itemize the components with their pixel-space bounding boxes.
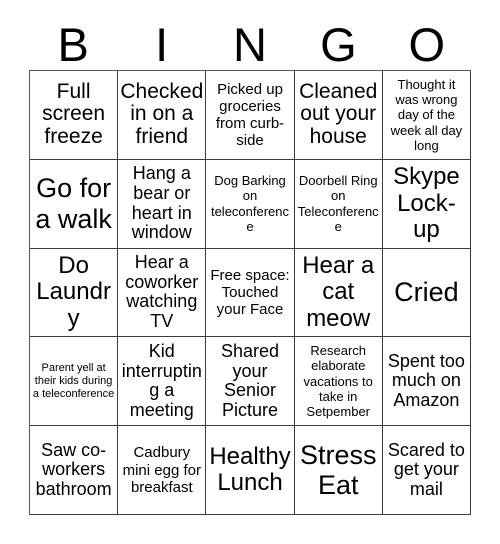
bingo-cell-label: Cadbury mini egg for breakfast <box>122 444 201 496</box>
bingo-cell-label: Cried <box>394 277 459 308</box>
bingo-cell-label: Stress Eat <box>299 439 377 501</box>
bingo-cell-free-space[interactable]: Free space: Touched your Face <box>206 248 295 338</box>
bingo-grid: Full screen freeze Checked in on a frien… <box>29 70 472 515</box>
bingo-cell-r4c2[interactable]: Kid interrupting a meeting <box>118 337 207 427</box>
bingo-cell-label: Healthy Lunch <box>209 442 291 497</box>
bingo-cell-r1c4[interactable]: Cleaned out your house <box>294 71 383 160</box>
bingo-cell-r3c4[interactable]: Hear a cat meow <box>294 248 383 338</box>
bingo-cell-label: Go for a walk <box>35 173 112 234</box>
bingo-cell-label: Free space: Touched your Face <box>210 266 290 319</box>
bingo-cell-label: Saw co-workers bathroom <box>35 439 112 499</box>
bingo-cell-r2c3[interactable]: Dog Barking on teleconference <box>206 159 295 249</box>
bingo-cell-label: Cleaned out your house <box>299 79 378 149</box>
bingo-cell-label: Parent yell at their kids during a telec… <box>32 361 115 400</box>
bingo-cell-r2c2[interactable]: Hang a bear or heart in window <box>118 159 207 249</box>
bingo-cell-label: Checked in on a friend <box>120 79 204 149</box>
bingo-cell-r4c4[interactable]: Research elaborate vacations to take in … <box>294 337 383 427</box>
header-letter-i: I <box>155 18 169 71</box>
bingo-cell-r4c1[interactable]: Parent yell at their kids during a telec… <box>30 337 119 427</box>
bingo-cell-label: Dog Barking on teleconference <box>210 173 290 234</box>
bingo-cell-label: Thought it was wrong day of the week all… <box>390 76 463 153</box>
bingo-cell-r5c4[interactable]: Stress Eat <box>294 426 383 515</box>
bingo-cell-r1c3[interactable]: Picked up groceries from curb-side <box>206 71 295 160</box>
bingo-row: Do Laundry Hear a coworker watching TV F… <box>30 248 472 338</box>
bingo-cell-label: Hear a cat meow <box>302 251 375 332</box>
bingo-cell-r3c5[interactable]: Cried <box>382 248 472 338</box>
bingo-cell-r1c2[interactable]: Checked in on a friend <box>118 71 207 160</box>
bingo-cell-r3c1[interactable]: Do Laundry <box>30 248 119 338</box>
bingo-cell-label: Do Laundry <box>36 251 111 332</box>
bingo-cell-r4c3[interactable]: Shared your Senior Picture <box>206 337 295 427</box>
bingo-cell-label: Hear a coworker watching TV <box>125 252 199 332</box>
bingo-row: Go for a walk Hang a bear or heart in wi… <box>30 159 472 249</box>
bingo-cell-r5c2[interactable]: Cadbury mini egg for breakfast <box>118 426 207 515</box>
bingo-cell-label: Hang a bear or heart in window <box>131 163 192 243</box>
bingo-cell-r4c5[interactable]: Spent too much on Amazon <box>382 337 472 427</box>
header-letter-b: B <box>57 18 89 71</box>
bingo-cell-label: Scared to get your mail <box>387 439 465 499</box>
bingo-cell-r5c3[interactable]: Healthy Lunch <box>206 426 295 515</box>
header-letter-g: G <box>320 18 357 71</box>
bingo-cell-r5c1[interactable]: Saw co-workers bathroom <box>30 426 119 515</box>
bingo-cell-label: Research elaborate vacations to take in … <box>303 343 373 420</box>
bingo-cell-r1c1[interactable]: Full screen freeze <box>30 71 119 160</box>
bingo-cell-r5c5[interactable]: Scared to get your mail <box>382 426 472 515</box>
bingo-card: B I N G O Full screen freeze Checked in … <box>0 0 500 544</box>
bingo-cell-r2c5[interactable]: Skype Lock-up <box>382 159 472 249</box>
bingo-cell-label: Skype Lock-up <box>393 163 460 243</box>
bingo-cell-r2c1[interactable]: Go for a walk <box>30 159 119 249</box>
bingo-cell-r1c5[interactable]: Thought it was wrong day of the week all… <box>382 71 472 160</box>
bingo-row: Saw co-workers bathroom Cadbury mini egg… <box>30 426 472 515</box>
bingo-cell-label: Picked up groceries from curb-side <box>215 80 285 149</box>
bingo-row: Parent yell at their kids during a telec… <box>30 337 472 427</box>
bingo-cell-label: Kid interrupting a meeting <box>121 341 202 420</box>
header-letter-o: O <box>408 18 446 71</box>
bingo-cell-r3c2[interactable]: Hear a coworker watching TV <box>118 248 207 338</box>
bingo-cell-label: Shared your Senior Picture <box>220 341 280 420</box>
bingo-cell-label: Spent too much on Amazon <box>387 350 465 411</box>
header-letter-n: N <box>233 18 267 71</box>
bingo-row: Full screen freeze Checked in on a frien… <box>30 71 472 160</box>
bingo-cell-label: Full screen freeze <box>42 79 106 149</box>
bingo-cell-label: Doorbell Ring on Teleconference <box>297 173 379 234</box>
bingo-cell-r2c4[interactable]: Doorbell Ring on Teleconference <box>294 159 383 249</box>
bingo-header: B I N G O <box>29 16 471 70</box>
